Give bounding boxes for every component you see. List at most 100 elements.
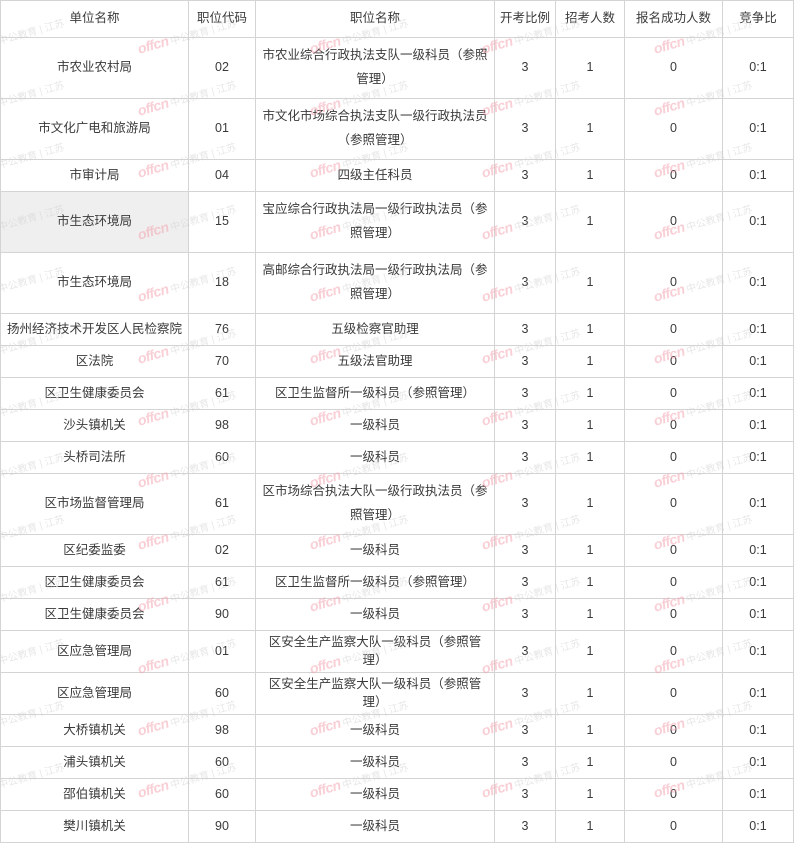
cell-signed: 0 xyxy=(624,377,723,410)
cell-ratio: 3 xyxy=(494,37,556,99)
cell-signed: 0 xyxy=(624,441,723,474)
cell-comp: 0:1 xyxy=(722,746,794,779)
cell-comp: 0:1 xyxy=(722,714,794,747)
cell-comp: 0:1 xyxy=(722,345,794,378)
cell-hire: 1 xyxy=(555,377,625,410)
cell-ratio: 3 xyxy=(494,630,556,673)
cell-signed: 0 xyxy=(624,534,723,567)
cell-unit: 区卫生健康委员会 xyxy=(0,598,189,631)
cell-unit: 市农业农村局 xyxy=(0,37,189,99)
cell-unit: 扬州经济技术开发区人民检察院 xyxy=(0,313,189,346)
cell-unit: 区应急管理局 xyxy=(0,672,189,715)
column-header-title: 职位名称 xyxy=(255,0,495,38)
cell-signed: 0 xyxy=(624,473,723,535)
cell-code: 60 xyxy=(188,441,256,474)
cell-hire: 1 xyxy=(555,159,625,192)
cell-code: 90 xyxy=(188,598,256,631)
cell-unit: 沙头镇机关 xyxy=(0,409,189,442)
job-position-statistics-table: 单位名称 职位代码 职位名称 开考比例 招考人数 报名成功人数 竞争比 市农业农… xyxy=(0,0,794,843)
table-row: 邵伯镇机关 60 一级科员 3 1 0 0:1 xyxy=(0,778,794,811)
cell-hire: 1 xyxy=(555,191,625,253)
cell-signed: 0 xyxy=(624,672,723,715)
cell-comp: 0:1 xyxy=(722,473,794,535)
cell-hire: 1 xyxy=(555,746,625,779)
cell-code: 60 xyxy=(188,778,256,811)
cell-comp: 0:1 xyxy=(722,98,794,160)
cell-signed: 0 xyxy=(624,345,723,378)
cell-ratio: 3 xyxy=(494,159,556,192)
cell-hire: 1 xyxy=(555,672,625,715)
cell-ratio: 3 xyxy=(494,441,556,474)
column-header-comp: 竞争比 xyxy=(722,0,794,38)
cell-signed: 0 xyxy=(624,409,723,442)
table-row: 区卫生健康委员会 90 一级科员 3 1 0 0:1 xyxy=(0,598,794,631)
cell-code: 61 xyxy=(188,473,256,535)
cell-comp: 0:1 xyxy=(722,566,794,599)
column-header-hire: 招考人数 xyxy=(555,0,625,38)
cell-code: 01 xyxy=(188,630,256,673)
cell-title: 区市场综合执法大队一级行政执法员（参照管理） xyxy=(255,473,495,535)
table-row: 区市场监督管理局 61 区市场综合执法大队一级行政执法员（参照管理） 3 1 0 0:1 xyxy=(0,473,794,535)
cell-comp: 0:1 xyxy=(722,534,794,567)
cell-title: 四级主任科员 xyxy=(255,159,495,192)
table-row: 市审计局 04 四级主任科员 3 1 0 0:1 xyxy=(0,159,794,192)
table-body: 市农业农村局 02 市农业综合行政执法支队一级科员（参照管理） 3 1 0 0:1 市文化广电… xyxy=(0,37,794,843)
cell-hire: 1 xyxy=(555,630,625,673)
cell-ratio: 3 xyxy=(494,252,556,314)
cell-ratio: 3 xyxy=(494,566,556,599)
cell-title: 一级科员 xyxy=(255,598,495,631)
cell-signed: 0 xyxy=(624,37,723,99)
table-header: 单位名称 职位代码 职位名称 开考比例 招考人数 报名成功人数 竞争比 xyxy=(0,0,794,38)
cell-comp: 0:1 xyxy=(722,37,794,99)
cell-ratio: 3 xyxy=(494,98,556,160)
cell-comp: 0:1 xyxy=(722,441,794,474)
cell-title: 一级科员 xyxy=(255,778,495,811)
table-row: 大桥镇机关 98 一级科员 3 1 0 0:1 xyxy=(0,714,794,747)
cell-hire: 1 xyxy=(555,473,625,535)
cell-hire: 1 xyxy=(555,98,625,160)
cell-hire: 1 xyxy=(555,345,625,378)
cell-hire: 1 xyxy=(555,810,625,843)
table-row: 区纪委监委 02 一级科员 3 1 0 0:1 xyxy=(0,534,794,567)
cell-title: 区卫生监督所一级科员（参照管理） xyxy=(255,377,495,410)
cell-unit: 头桥司法所 xyxy=(0,441,189,474)
cell-comp: 0:1 xyxy=(722,252,794,314)
cell-code: 18 xyxy=(188,252,256,314)
cell-comp: 0:1 xyxy=(722,778,794,811)
cell-signed: 0 xyxy=(624,598,723,631)
cell-unit: 樊川镇机关 xyxy=(0,810,189,843)
cell-ratio: 3 xyxy=(494,598,556,631)
cell-title: 一级科员 xyxy=(255,441,495,474)
cell-unit: 市生态环境局 xyxy=(0,191,189,253)
column-header-signed: 报名成功人数 xyxy=(624,0,723,38)
cell-title: 宝应综合行政执法局一级行政执法员（参照管理） xyxy=(255,191,495,253)
table-row: 区卫生健康委员会 61 区卫生监督所一级科员（参照管理） 3 1 0 0:1 xyxy=(0,566,794,599)
table-row: 市文化广电和旅游局 01 市文化市场综合执法支队一级行政执法员（参照管理） 3 1 0 0:… xyxy=(0,98,794,160)
cell-code: 60 xyxy=(188,672,256,715)
cell-ratio: 3 xyxy=(494,746,556,779)
cell-code: 02 xyxy=(188,37,256,99)
cell-ratio: 3 xyxy=(494,313,556,346)
table-row: 区卫生健康委员会 61 区卫生监督所一级科员（参照管理） 3 1 0 0:1 xyxy=(0,377,794,410)
cell-unit: 区应急管理局 xyxy=(0,630,189,673)
cell-signed: 0 xyxy=(624,746,723,779)
cell-title: 市农业综合行政执法支队一级科员（参照管理） xyxy=(255,37,495,99)
cell-ratio: 3 xyxy=(494,377,556,410)
cell-title: 五级法官助理 xyxy=(255,345,495,378)
cell-unit: 区法院 xyxy=(0,345,189,378)
cell-signed: 0 xyxy=(624,630,723,673)
table-row: 沙头镇机关 98 一级科员 3 1 0 0:1 xyxy=(0,409,794,442)
cell-comp: 0:1 xyxy=(722,377,794,410)
cell-title: 区安全生产监察大队一级科员（参照管理） xyxy=(255,672,495,715)
cell-code: 98 xyxy=(188,409,256,442)
cell-code: 02 xyxy=(188,534,256,567)
table-row: 区应急管理局 60 区安全生产监察大队一级科员（参照管理） 3 1 0 0:1 xyxy=(0,672,794,715)
cell-hire: 1 xyxy=(555,598,625,631)
cell-ratio: 3 xyxy=(494,672,556,715)
column-header-code: 职位代码 xyxy=(188,0,256,38)
cell-signed: 0 xyxy=(624,98,723,160)
cell-code: 01 xyxy=(188,98,256,160)
cell-comp: 0:1 xyxy=(722,313,794,346)
cell-comp: 0:1 xyxy=(722,810,794,843)
cell-ratio: 3 xyxy=(494,473,556,535)
